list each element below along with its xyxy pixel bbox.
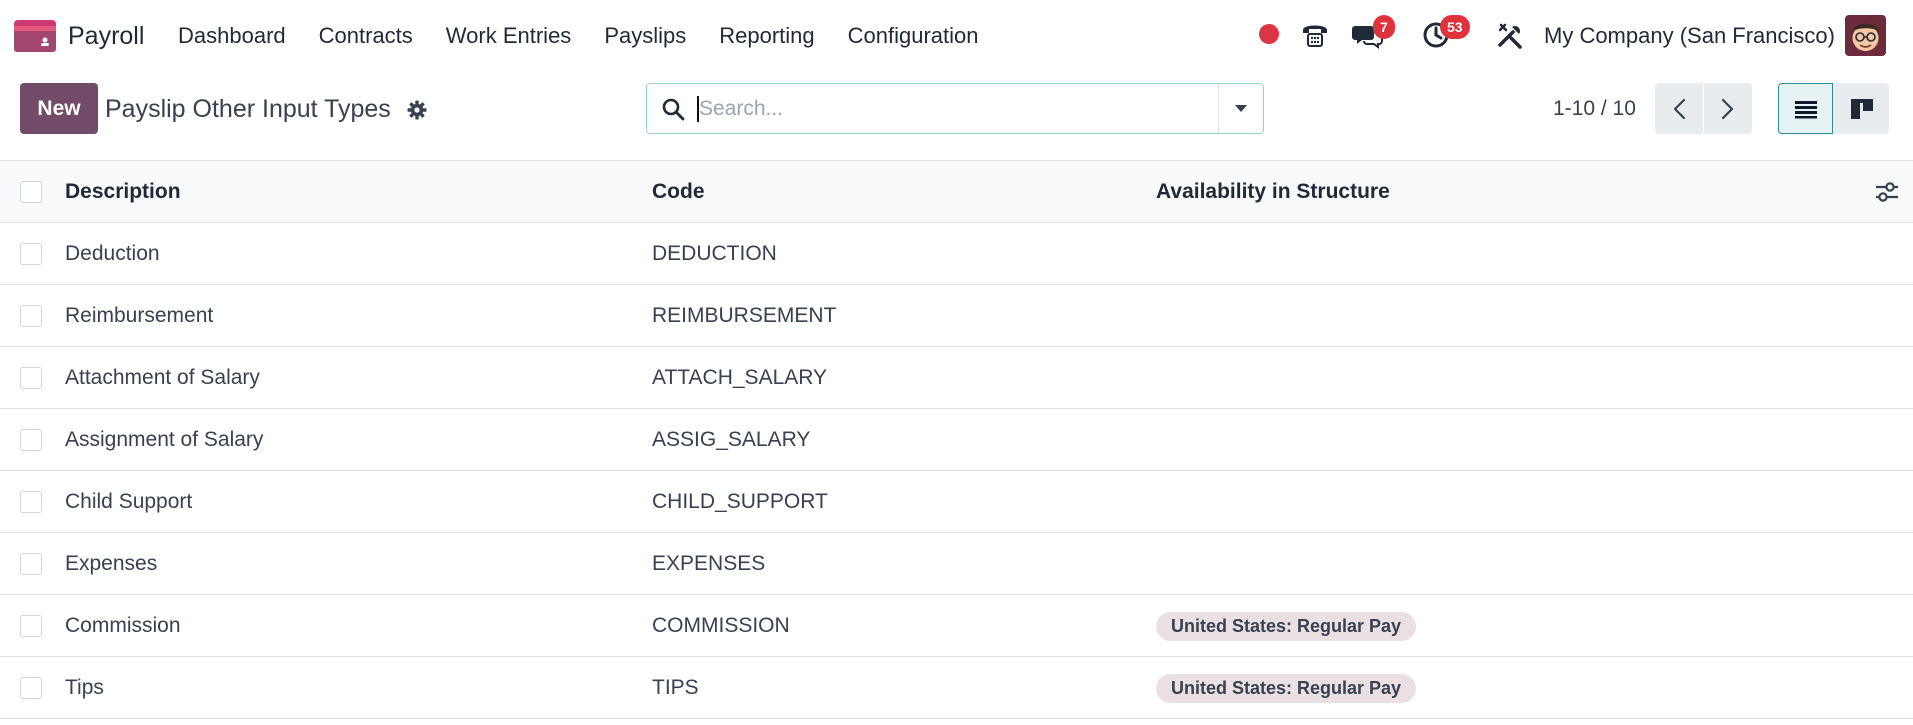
cell-description: Deduction [65, 242, 160, 265]
row-checkbox[interactable] [20, 305, 42, 327]
phone-icon[interactable] [1298, 18, 1332, 52]
row-checkbox[interactable] [20, 491, 42, 513]
cell-description: Expenses [65, 552, 158, 575]
cell-description: Commission [65, 614, 181, 637]
cell-code: ATTACH_SALARY [652, 366, 828, 389]
table-row[interactable]: Attachment of Salary ATTACH_SALARY [0, 347, 1913, 409]
menu-payslips[interactable]: Payslips [604, 20, 686, 52]
cell-code: ASSIG_SALARY [652, 428, 811, 451]
list-view-button[interactable] [1778, 83, 1833, 134]
app-name[interactable]: Payroll [68, 20, 144, 52]
select-all-checkbox[interactable] [20, 181, 42, 203]
top-navbar: Payroll Dashboard Contracts Work Entries… [0, 0, 1913, 72]
structure-tag: United States: Regular Pay [1156, 612, 1417, 641]
cell-code: CHILD_SUPPORT [652, 490, 828, 513]
cell-code: EXPENSES [652, 552, 766, 575]
recording-indicator-icon[interactable] [1259, 24, 1279, 44]
menu-reporting[interactable]: Reporting [719, 20, 814, 52]
caret-down-icon [1235, 105, 1247, 112]
chat-badge: 7 [1373, 15, 1395, 39]
company-switcher[interactable]: My Company (San Francisco) [1544, 20, 1835, 52]
table-row[interactable]: Reimbursement REIMBURSEMENT [0, 285, 1913, 347]
table-row[interactable]: Assignment of Salary ASSIG_SALARY [0, 409, 1913, 471]
row-checkbox[interactable] [20, 367, 42, 389]
search-bar [646, 83, 1264, 134]
table-row[interactable]: Commission COMMISSION United States: Reg… [0, 595, 1913, 657]
menu-work-entries[interactable]: Work Entries [446, 20, 572, 52]
pager-value[interactable]: 1-10 / 10 [1553, 93, 1636, 125]
chevron-left-icon [1673, 98, 1686, 119]
table-row[interactable]: Deduction DEDUCTION [0, 223, 1913, 285]
cell-code: DEDUCTION [652, 242, 777, 265]
debug-tools-icon[interactable] [1493, 18, 1527, 52]
pager-previous-button[interactable] [1655, 83, 1703, 134]
chevron-right-icon [1721, 98, 1734, 119]
cell-code: REIMBURSEMENT [652, 304, 837, 327]
user-avatar[interactable] [1845, 15, 1886, 56]
list-icon [1794, 100, 1817, 118]
search-options-toggle[interactable] [1218, 84, 1263, 133]
optional-columns-icon[interactable] [1874, 179, 1900, 205]
cell-description: Attachment of Salary [65, 366, 260, 389]
menu-dashboard[interactable]: Dashboard [178, 20, 286, 52]
row-checkbox[interactable] [20, 243, 42, 265]
cell-code: COMMISSION [652, 614, 790, 637]
cell-description: Reimbursement [65, 304, 214, 327]
gear-icon[interactable] [407, 100, 427, 120]
column-code[interactable]: Code [652, 161, 705, 222]
kanban-icon [1850, 98, 1873, 119]
cell-description: Child Support [65, 490, 193, 513]
column-description[interactable]: Description [65, 161, 181, 222]
row-checkbox[interactable] [20, 429, 42, 451]
list-header: Description Code Availability in Structu… [0, 160, 1913, 223]
table-row[interactable]: Child Support CHILD_SUPPORT [0, 471, 1913, 533]
activity-badge: 53 [1440, 15, 1470, 39]
column-availability[interactable]: Availability in Structure [1156, 161, 1390, 222]
table-row[interactable]: Expenses EXPENSES [0, 533, 1913, 595]
payroll-app-icon[interactable] [14, 20, 56, 52]
new-button[interactable]: New [20, 83, 98, 134]
pager-next-button[interactable] [1704, 83, 1752, 134]
search-icon [661, 97, 685, 121]
main-menu: Dashboard Contracts Work Entries Payslip… [178, 20, 1012, 52]
row-checkbox[interactable] [20, 615, 42, 637]
table-row[interactable]: Tips TIPS United States: Regular Pay [0, 657, 1913, 719]
kanban-view-button[interactable] [1834, 83, 1889, 134]
row-checkbox[interactable] [20, 553, 42, 575]
cell-description: Tips [65, 676, 104, 699]
row-checkbox[interactable] [20, 677, 42, 699]
search-input[interactable] [699, 92, 1149, 126]
cell-description: Assignment of Salary [65, 428, 264, 451]
cell-code: TIPS [652, 676, 699, 699]
page-title: Payslip Other Input Types [105, 95, 391, 123]
menu-configuration[interactable]: Configuration [848, 20, 979, 52]
structure-tag: United States: Regular Pay [1156, 674, 1417, 703]
menu-contracts[interactable]: Contracts [319, 20, 413, 52]
